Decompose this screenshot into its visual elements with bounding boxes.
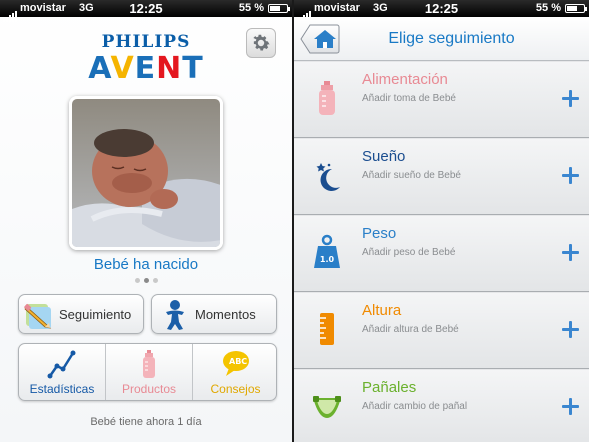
tracking-item-subtitle: Añadir altura de Bebé xyxy=(362,324,459,335)
weight-icon-text: 1.0 xyxy=(320,255,335,264)
moments-button[interactable]: Momentos xyxy=(151,294,277,334)
baby-figure-icon xyxy=(166,300,184,330)
tracking-button-label: Seguimiento xyxy=(59,307,132,322)
battery-icon xyxy=(268,4,290,13)
tracking-item-diaper[interactable]: Pañales Añadir cambio de pañal xyxy=(294,370,589,442)
add-sleep-button[interactable] xyxy=(561,166,581,186)
battery-percent: 55 % xyxy=(238,2,264,14)
home-screen: movistar 3G 12:25 55 % PHILIPS AVENT Beb… xyxy=(0,0,292,442)
chart-line-icon xyxy=(47,350,76,379)
status-bar: movistar 3G 12:25 55 % xyxy=(294,0,589,22)
gear-icon xyxy=(253,34,270,51)
tab-products[interactable]: Productos xyxy=(106,344,192,400)
battery-percent: 55 % xyxy=(535,2,561,14)
tracking-item-subtitle: Añadir cambio de pañal xyxy=(362,401,468,412)
page-indicator[interactable] xyxy=(0,278,292,283)
tracking-item-subtitle: Añadir sueño de Bebé xyxy=(362,170,461,181)
baby-photo[interactable] xyxy=(69,96,223,250)
add-diaper-button[interactable] xyxy=(561,397,581,417)
tab-stats-label: Estadísticas xyxy=(29,382,95,396)
tab-products-label: Productos xyxy=(121,382,177,396)
tracking-item-title: Alimentación xyxy=(362,71,448,88)
weight-icon: 1.0 xyxy=(314,234,340,268)
tracking-item-title: Altura xyxy=(362,302,402,319)
moon-stars-icon xyxy=(316,163,340,191)
tracking-item-height[interactable]: Altura Añadir altura de Bebé xyxy=(294,293,589,369)
page-dot xyxy=(134,278,140,283)
battery-icon xyxy=(565,4,587,13)
tracking-item-subtitle: Añadir peso de Bebé xyxy=(362,247,456,258)
screen-title: Elige seguimiento xyxy=(388,30,515,47)
bottle-icon xyxy=(143,350,155,378)
add-weight-button[interactable] xyxy=(561,243,581,263)
bottom-tab-bar: Estadísticas Productos ABC Consejos xyxy=(18,343,277,401)
tab-tips-label: Consejos xyxy=(210,382,261,396)
tracking-item-sleep[interactable]: Sueño Añadir sueño de Bebé xyxy=(294,139,589,215)
moments-button-label: Momentos xyxy=(195,307,256,322)
tracking-item-weight[interactable]: 1.0 Peso Añadir peso de Bebé xyxy=(294,216,589,292)
tracking-screen: movistar 3G 12:25 55 % Elige seguimiento xyxy=(294,0,589,442)
page-dot xyxy=(143,278,149,283)
page-dot xyxy=(152,278,158,283)
nav-bar: Elige seguimiento xyxy=(294,17,589,61)
settings-button[interactable] xyxy=(246,28,276,58)
tracking-item-title: Sueño xyxy=(362,148,406,165)
ruler-icon xyxy=(320,313,334,345)
tracking-button[interactable]: Seguimiento xyxy=(18,294,144,334)
add-height-button[interactable] xyxy=(561,320,581,340)
brand-avent: AVENT xyxy=(88,51,204,86)
svg-text:ABC: ABC xyxy=(229,357,247,366)
diaper-icon xyxy=(313,396,341,418)
photo-caption: Bebé ha nacido xyxy=(93,256,199,273)
status-bar: movistar 3G 12:25 55 % xyxy=(0,0,292,22)
pencil-icon xyxy=(24,303,52,329)
tab-tips[interactable]: ABC Consejos xyxy=(193,344,278,400)
tracking-item-title: Pañales xyxy=(362,379,417,396)
speech-bubble-icon: ABC xyxy=(222,351,249,376)
tracking-item-title: Peso xyxy=(362,225,397,242)
tracking-item-feeding[interactable]: Alimentación Añadir toma de Bebé xyxy=(294,62,589,138)
add-feeding-button[interactable] xyxy=(561,89,581,109)
baby-age-text: Bebé tiene ahora 1 día xyxy=(90,416,202,428)
tracking-item-subtitle: Añadir toma de Bebé xyxy=(362,93,456,104)
tab-stats[interactable]: Estadísticas xyxy=(19,344,105,400)
bottle-icon xyxy=(319,81,335,115)
